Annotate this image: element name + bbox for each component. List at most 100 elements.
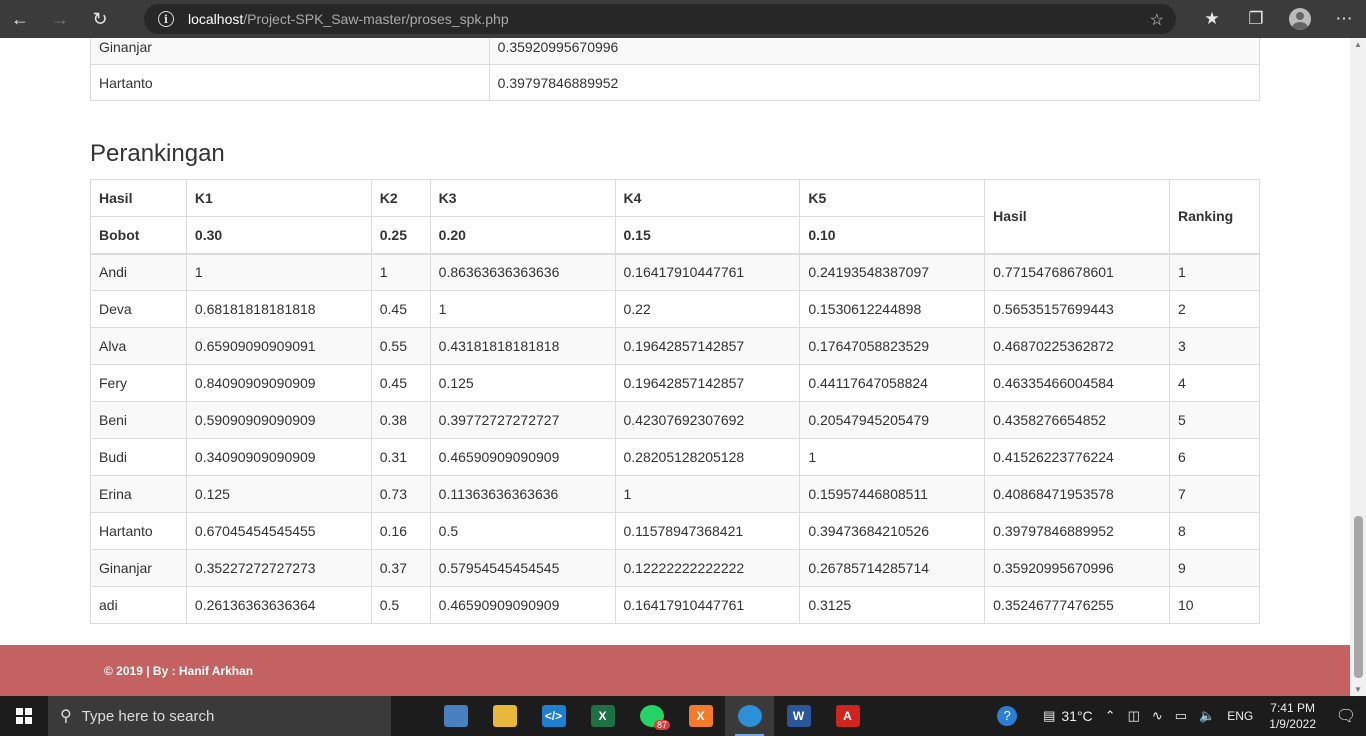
bobot-label: Bobot (90, 216, 187, 255)
cell-name: Hartanto (90, 512, 187, 550)
add-favorite-icon[interactable]: ☆ (1150, 10, 1164, 30)
cell-k4: 1 (614, 475, 801, 513)
cell-name: Alva (90, 327, 187, 365)
app-file-explorer[interactable] (480, 696, 529, 736)
taskbar: ⚲ Type here to search </> X 87 X W A ? ▤… (0, 696, 1366, 736)
cell-k2: 0.73 (370, 475, 431, 513)
cell-k3: 0.125 (429, 364, 616, 402)
xampp-icon: X (688, 705, 713, 727)
scroll-down-icon[interactable]: ▼ (1354, 685, 1362, 694)
header-k2: K2 (370, 179, 431, 217)
profile-button[interactable] (1278, 0, 1322, 38)
cell-k4: 0.16417910447761 (614, 253, 801, 291)
cell-value: 0.39797846889952 (488, 64, 1261, 101)
app-xampp[interactable]: X (676, 696, 725, 736)
favorites-icon[interactable]: ★ (1190, 0, 1234, 38)
address-bar[interactable]: i localhost/Project-SPK_Saw-master/prose… (144, 4, 1176, 34)
header-k4: K4 (614, 179, 801, 217)
cell-k5: 0.44117647058824 (799, 364, 986, 402)
cell-k1: 0.67045454545455 (185, 512, 372, 550)
footer-text: © 2019 | By : Hanif Arkhan (104, 663, 254, 678)
cell-k3: 0.86363636363636 (429, 253, 616, 291)
ranking-body: Andi 1 1 0.86363636363636 0.16417910447761 0.… (90, 253, 1261, 624)
cell-rank: 3 (1168, 327, 1261, 365)
notification-badge: 87 (653, 720, 670, 730)
language-indicator[interactable]: ENG (1221, 709, 1259, 723)
app-word[interactable]: W (774, 696, 823, 736)
table-row: Deva 0.68181818181818 0.45 1 0.22 0.153061224… (90, 290, 1261, 328)
collections-icon[interactable]: ❐ (1234, 0, 1278, 38)
forward-icon[interactable]: → (40, 0, 80, 38)
header-row: Hasil K1 K2 K3 K4 K5 Hasil Ranking (90, 179, 1261, 255)
back-icon[interactable]: ← (0, 0, 40, 38)
refresh-icon[interactable]: ↻ (80, 0, 120, 38)
preference-table: Ginanjar 0.35920995670996 Hartanto 0.397… (90, 38, 1261, 101)
site-info-icon[interactable]: i (158, 11, 174, 27)
app-excel[interactable]: X (578, 696, 627, 736)
device-icon[interactable]: ◫ (1122, 708, 1146, 724)
cell-k1: 0.26136363636364 (185, 586, 372, 624)
cell-k2: 0.5 (370, 586, 431, 624)
windows-icon (16, 708, 32, 724)
app-edge[interactable] (725, 696, 774, 736)
table-row: Ginanjar 0.35920995670996 (90, 38, 1261, 65)
cell-k1: 0.34090909090909 (185, 438, 372, 476)
cell-k1: 0.59090909090909 (185, 401, 372, 439)
battery-icon[interactable]: ▭ (1169, 708, 1193, 724)
start-button[interactable] (0, 696, 48, 736)
cell-k2: 1 (370, 253, 431, 291)
cell-hasil: 0.39797846889952 (984, 512, 1170, 550)
url-text[interactable]: localhost/Project-SPK_Saw-master/proses_… (188, 11, 509, 27)
pdf-icon: A (835, 705, 860, 727)
cell-name: Erina (90, 475, 187, 513)
ranking-table-wrap: Hasil K1 K2 K3 K4 K5 Hasil Ranking Bobot… (90, 179, 1261, 624)
cell-name: Ginanjar (90, 549, 187, 587)
cell-k5: 0.3125 (799, 586, 986, 624)
page-viewport: Ginanjar 0.35920995670996 Hartanto 0.397… (0, 38, 1350, 696)
cell-rank: 4 (1168, 364, 1261, 402)
network-icon[interactable]: ∿ (1146, 708, 1169, 724)
bobot-k2: 0.25 (370, 216, 431, 255)
volume-icon[interactable]: 🔈 (1193, 708, 1221, 724)
app-acrobat[interactable]: A (823, 696, 872, 736)
cell-k5: 0.24193548387097 (799, 253, 986, 291)
cell-k4: 0.28205128205128 (614, 438, 801, 476)
app-computer[interactable] (431, 696, 480, 736)
scrollbar[interactable]: ▲ ▼ (1350, 38, 1366, 696)
taskbar-search[interactable]: ⚲ Type here to search (48, 696, 391, 736)
table-row: Hartanto 0.39797846889952 (90, 64, 1261, 101)
cell-k4: 0.12222222222222 (614, 549, 801, 587)
scroll-up-icon[interactable]: ▲ (1354, 40, 1362, 49)
header-hasil: Hasil (984, 179, 1170, 255)
cell-k2: 0.45 (370, 290, 431, 328)
scroll-thumb[interactable] (1354, 516, 1363, 678)
vscode-icon: </> (541, 705, 566, 727)
ranking-table: Hasil K1 K2 K3 K4 K5 Hasil Ranking Bobot… (90, 179, 1261, 624)
chevron-up-icon[interactable]: ⌃ (1099, 708, 1122, 724)
computer-icon (443, 705, 468, 727)
cell-rank: 10 (1168, 586, 1261, 624)
cell-k5: 0.1530612244898 (799, 290, 986, 328)
toolbar-right: ★ ❐ ⋯ (1190, 0, 1366, 38)
temperature: 31°C (1061, 708, 1093, 724)
top-results-table-wrap: Ginanjar 0.35920995670996 Hartanto 0.397… (90, 38, 1261, 101)
weather-widget[interactable]: ▤ 31°C (1037, 708, 1099, 724)
cell-name: Hartanto (90, 64, 490, 101)
cell-k4: 0.22 (614, 290, 801, 328)
clock[interactable]: 7:41 PM 1/9/2022 (1259, 700, 1326, 732)
avatar (1289, 8, 1311, 30)
cell-rank: 7 (1168, 475, 1261, 513)
cell-k2: 0.45 (370, 364, 431, 402)
cell-k2: 0.31 (370, 438, 431, 476)
help-icon[interactable]: ? (991, 706, 1023, 726)
cell-name: Beni (90, 401, 187, 439)
url-host: localhost (188, 11, 244, 27)
notification-icon[interactable]: 🗨 (1326, 706, 1366, 726)
more-menu-icon[interactable]: ⋯ (1322, 0, 1366, 38)
app-whatsapp[interactable]: 87 (627, 696, 676, 736)
cell-rank: 2 (1168, 290, 1261, 328)
cell-hasil: 0.40868471953578 (984, 475, 1170, 513)
bobot-k5: 0.10 (799, 216, 986, 255)
app-vscode[interactable]: </> (529, 696, 578, 736)
table-row: Andi 1 1 0.86363636363636 0.16417910447761 0.… (90, 253, 1261, 291)
